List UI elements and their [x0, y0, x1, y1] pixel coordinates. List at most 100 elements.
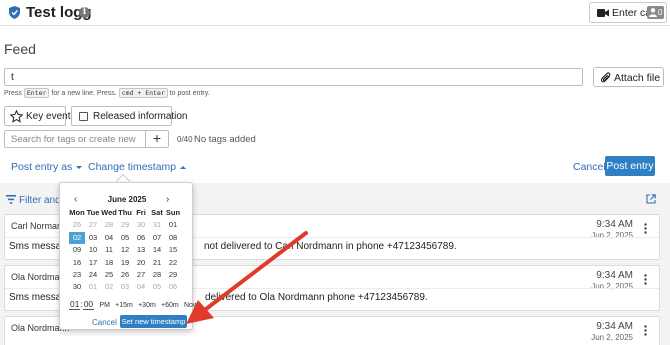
calendar-day[interactable]: 03: [85, 232, 101, 244]
calendar-day[interactable]: 04: [133, 281, 149, 293]
entry-body-end: delivered to Ola Nordmann phone +4712345…: [205, 292, 428, 303]
hint-text: Press: [4, 90, 22, 97]
tags-search-input[interactable]: Search for tags or create new: [4, 130, 146, 148]
calendar-day[interactable]: 22: [165, 257, 181, 269]
hour-input[interactable]: 01: [69, 299, 81, 310]
add-tag-button[interactable]: +: [145, 130, 169, 148]
star-icon: [10, 110, 23, 123]
calendar-day[interactable]: 26: [117, 269, 133, 281]
calendar-day[interactable]: 06: [165, 281, 181, 293]
calendar-day[interactable]: 27: [85, 219, 101, 231]
calendar-day[interactable]: 02: [69, 231, 85, 244]
calendar-day[interactable]: 17: [85, 257, 101, 269]
calendar-day[interactable]: 05: [117, 232, 133, 244]
weekday-header: Thu: [118, 208, 132, 217]
released-information-label: Released information: [93, 111, 188, 122]
calendar-day[interactable]: 27: [133, 269, 149, 281]
cancel-entry-button[interactable]: Cancel: [573, 161, 606, 173]
entry-date: Jun 2, 2025: [591, 333, 633, 342]
calendar-day[interactable]: 13: [133, 244, 149, 256]
calendar-day[interactable]: 15: [165, 244, 181, 256]
calendar-day[interactable]: 02: [101, 281, 117, 293]
weekday-header: Fri: [136, 208, 146, 217]
quick-add-30m[interactable]: +30m: [138, 302, 156, 309]
calendar-day[interactable]: 06: [133, 232, 149, 244]
now-button[interactable]: Now: [184, 302, 198, 309]
timestamp-picker: ‹ June 2025 › Mon Tue Wed Thu Fri Sat Sun 26 27 2…: [59, 182, 198, 330]
attach-file-label: Attach file: [614, 72, 661, 84]
calendar-day[interactable]: 01: [165, 219, 181, 231]
calendar-day[interactable]: 14: [149, 244, 165, 256]
calendar-day[interactable]: 29: [165, 269, 181, 281]
open-external-icon[interactable]: [646, 194, 656, 204]
calendar-day[interactable]: 18: [101, 257, 117, 269]
minute-input[interactable]: 00: [82, 299, 95, 310]
more-options-icon[interactable]: [644, 325, 647, 336]
entry-hint: Press Enter for a new line. Press. cmd +…: [4, 88, 210, 98]
calendar-day[interactable]: 30: [133, 219, 149, 231]
calendar-day[interactable]: 28: [149, 269, 165, 281]
change-timestamp-dropdown[interactable]: Change timestamp: [88, 161, 187, 173]
am-pm-toggle[interactable]: PM: [99, 302, 110, 309]
paperclip-icon: [601, 72, 611, 83]
weekday-header: Tue: [86, 208, 100, 217]
calendar-day[interactable]: 30: [69, 281, 85, 293]
participant-count-badge: 0: [647, 6, 664, 19]
post-entry-as-label: Post entry as: [11, 161, 73, 173]
calendar-day[interactable]: 07: [149, 232, 165, 244]
next-month-button[interactable]: ›: [166, 194, 169, 205]
entry-text-input[interactable]: t: [4, 68, 583, 86]
attach-file-button[interactable]: Attach file: [593, 67, 664, 87]
feed-heading: Feed: [4, 41, 36, 57]
caret-up-icon: [180, 165, 187, 169]
calendar-day[interactable]: 24: [85, 269, 101, 281]
post-entry-button[interactable]: Post entry: [605, 156, 655, 176]
quick-add-60m[interactable]: +60m: [161, 302, 179, 309]
set-new-timestamp-button[interactable]: Set new timestamp: [120, 315, 187, 328]
time-selector: 01:00 PM +15m +30m +60m Now: [69, 299, 199, 310]
caret-down-icon: [76, 165, 83, 169]
key-event-toggle[interactable]: Key event: [4, 106, 70, 126]
picker-cancel-button[interactable]: Cancel: [92, 318, 117, 327]
shield-icon: [9, 6, 20, 19]
calendar-day[interactable]: 29: [117, 219, 133, 231]
calendar-day[interactable]: 20: [133, 257, 149, 269]
calendar-day[interactable]: 09: [69, 244, 85, 256]
calendar-day[interactable]: 31: [149, 219, 165, 231]
info-icon[interactable]: i: [79, 7, 90, 18]
weekday-header: Sun: [165, 208, 181, 217]
person-icon: [649, 8, 657, 17]
released-information-toggle[interactable]: Released information: [71, 106, 188, 126]
calendar-day[interactable]: 08: [165, 232, 181, 244]
more-options-icon[interactable]: [644, 274, 647, 285]
post-key: cmd + Enter: [118, 88, 168, 98]
filter-icon[interactable]: [6, 195, 16, 204]
weekday-header: Sat: [151, 208, 163, 217]
calendar-day[interactable]: 04: [101, 232, 117, 244]
calendar-day[interactable]: 28: [101, 219, 117, 231]
calendar-day[interactable]: 12: [117, 244, 133, 256]
tags-count: 0/40: [177, 135, 193, 144]
calendar-day[interactable]: 05: [149, 281, 165, 293]
app-header: Test logg i Enter call 0: [0, 0, 670, 26]
more-options-icon[interactable]: [644, 223, 647, 234]
entry-time: 9:34 AM: [596, 270, 633, 281]
calendar-day[interactable]: 10: [85, 244, 101, 256]
calendar-day[interactable]: 25: [101, 269, 117, 281]
calendar-day[interactable]: 16: [69, 257, 85, 269]
month-label: June 2025: [107, 195, 147, 204]
calendar-day[interactable]: 21: [149, 257, 165, 269]
post-entry-as-dropdown[interactable]: Post entry as: [11, 161, 83, 173]
quick-add-15m[interactable]: +15m: [115, 302, 133, 309]
participant-count: 0: [658, 8, 663, 17]
calendar-day[interactable]: 23: [69, 269, 85, 281]
calendar-day[interactable]: 26: [69, 219, 85, 231]
released-checkbox[interactable]: [79, 112, 88, 121]
weekday-header: Mon: [69, 208, 85, 217]
calendar-day[interactable]: 11: [101, 244, 117, 256]
calendar-day[interactable]: 03: [117, 281, 133, 293]
calendar-day[interactable]: 01: [85, 281, 101, 293]
enter-call-button[interactable]: Enter call 0: [589, 2, 667, 23]
calendar-day[interactable]: 19: [117, 257, 133, 269]
entry-date: Jun 2, 2025: [591, 231, 633, 240]
